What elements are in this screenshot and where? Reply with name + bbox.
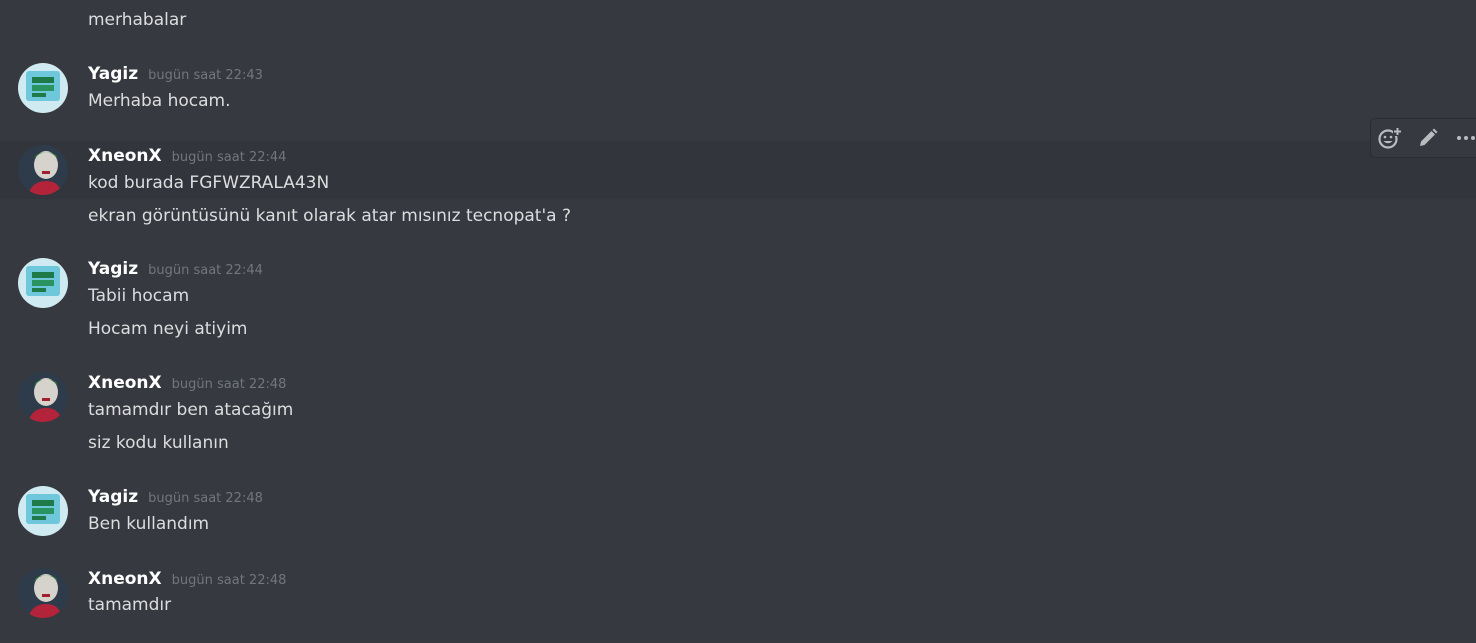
avatar-yagiz[interactable] xyxy=(18,258,68,308)
avatar-yagiz-image xyxy=(18,486,68,536)
message-text: kod burada FGFWZRALA43N xyxy=(88,173,330,193)
message-text: merhabalar xyxy=(88,10,187,30)
avatar-xneonx-image xyxy=(18,372,68,422)
username[interactable]: Yagiz xyxy=(88,486,138,508)
avatar-xneonx[interactable] xyxy=(18,372,68,422)
timestamp: bugün saat 22:44 xyxy=(171,150,287,165)
message-header: Yagiz bugün saat 22:48 xyxy=(88,486,263,510)
username[interactable]: Yagiz xyxy=(88,258,138,280)
message-text: Hocam neyi atiyim xyxy=(88,319,248,339)
avatar-yagiz-image xyxy=(18,63,68,113)
username[interactable]: XneonX xyxy=(88,568,162,590)
message-header: XneonX bugün saat 22:44 xyxy=(88,145,286,169)
avatar-yagiz-image xyxy=(18,258,68,308)
edit-icon xyxy=(1420,128,1438,146)
message-header: XneonX bugün saat 22:48 xyxy=(88,372,286,396)
add-reaction-icon xyxy=(1378,127,1402,149)
message-text: Tabii hocam xyxy=(88,286,190,306)
timestamp: bugün saat 22:44 xyxy=(148,263,263,278)
more-options-button[interactable] xyxy=(1447,119,1476,157)
message-text: ekran görüntüsünü kanıt olarak atar mısı… xyxy=(88,206,571,226)
chat-message-list: merhabalar Yagiz bugün saat 22:43 Merhab… xyxy=(0,0,1476,643)
avatar-xneonx-image xyxy=(18,145,68,195)
avatar-yagiz[interactable] xyxy=(18,63,68,113)
add-reaction-button[interactable] xyxy=(1371,119,1409,157)
username[interactable]: XneonX xyxy=(88,145,162,167)
message-text: tamamdır ben atacağım xyxy=(88,400,294,420)
timestamp: bugün saat 22:48 xyxy=(148,491,263,506)
edit-message-button[interactable] xyxy=(1409,119,1447,157)
message-text: Merhaba hocam. xyxy=(88,91,231,111)
username[interactable]: XneonX xyxy=(88,372,162,394)
avatar-xneonx-image xyxy=(18,568,68,618)
timestamp: bugün saat 22:48 xyxy=(171,377,287,392)
avatar-xneonx[interactable] xyxy=(18,145,68,195)
message-text: Ben kullandım xyxy=(88,514,210,534)
message-header: Yagiz bugün saat 22:43 xyxy=(88,63,263,87)
message-hover-toolbar xyxy=(1370,118,1476,158)
more-icon xyxy=(1457,136,1475,140)
message-header: Yagiz bugün saat 22:44 xyxy=(88,258,263,282)
timestamp: bugün saat 22:43 xyxy=(148,68,263,83)
timestamp: bugün saat 22:48 xyxy=(171,573,287,588)
message-text: tamamdır xyxy=(88,595,172,615)
avatar-yagiz[interactable] xyxy=(18,486,68,536)
message-header: XneonX bugün saat 22:48 xyxy=(88,568,286,592)
avatar-xneonx[interactable] xyxy=(18,568,68,618)
message-text: siz kodu kullanın xyxy=(88,433,229,453)
username[interactable]: Yagiz xyxy=(88,63,138,85)
